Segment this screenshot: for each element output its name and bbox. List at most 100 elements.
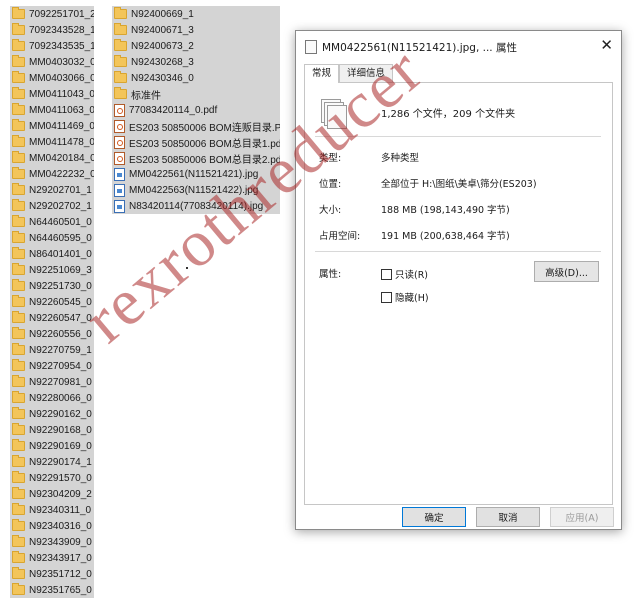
folder-icon	[12, 263, 25, 275]
folder-icon	[12, 7, 25, 19]
file-row[interactable]: 7092251701_2	[10, 6, 94, 22]
file-row[interactable]: MM0422232_0	[10, 166, 94, 182]
readonly-checkbox[interactable]: 只读(R)	[381, 267, 428, 281]
folder-icon	[12, 135, 25, 147]
file-name: N92251069_3	[29, 264, 92, 276]
file-row[interactable]: ES203 50850006 BOM总目录1.pdf	[112, 134, 280, 150]
file-row[interactable]: N92270981_0	[10, 374, 94, 390]
file-row[interactable]: N92251730_0	[10, 278, 94, 294]
file-name: N83420114(77083420114).jpg	[129, 200, 264, 212]
file-row[interactable]: MM0403032_0	[10, 54, 94, 70]
file-row[interactable]: N92351765_0	[10, 582, 94, 598]
size-value: 188 MB (198,143,490 字节)	[381, 205, 510, 216]
folder-icon	[12, 183, 25, 195]
file-row[interactable]: N92430268_3	[112, 54, 280, 70]
folder-icon	[12, 311, 25, 323]
file-row[interactable]: N92290162_0	[10, 406, 94, 422]
general-panel: 1,286 个文件，209 个文件夹 类型: 多种类型 位置: 全部位于 H:\…	[304, 82, 613, 505]
stray-dot	[186, 267, 188, 269]
tab-general[interactable]: 常规	[304, 64, 340, 83]
file-row[interactable]: N92291570_0	[10, 470, 94, 486]
file-name: N92400673_2	[131, 40, 194, 52]
file-row[interactable]: MM0403066_0	[10, 70, 94, 86]
file-name: N92343917_0	[29, 552, 92, 564]
file-row[interactable]: N92343909_0	[10, 534, 94, 550]
dialog-titlebar[interactable]: MM0422561(N11521421).jpg, ... 属性 ✕	[296, 31, 621, 61]
file-name: 77083420114_0.pdf	[129, 104, 218, 116]
folder-icon	[12, 519, 25, 531]
close-icon[interactable]: ✕	[600, 36, 613, 54]
file-row[interactable]: MM0411478_0	[10, 134, 94, 150]
file-row[interactable]: N64460501_0	[10, 214, 94, 230]
file-name: MM0411063_0	[29, 104, 94, 116]
hidden-checkbox[interactable]: 隐藏(H)	[381, 290, 429, 304]
file-row[interactable]: N86401401_0	[10, 246, 94, 262]
file-row[interactable]: N92400669_1	[112, 6, 280, 22]
file-row[interactable]: ES203 50850006 BOM连贩目录.PDF	[112, 118, 280, 134]
file-row[interactable]: N92290174_1	[10, 454, 94, 470]
file-row[interactable]: N92340311_0	[10, 502, 94, 518]
file-row[interactable]: N92400673_2	[112, 38, 280, 54]
folder-icon	[114, 87, 127, 99]
advanced-button[interactable]: 高级(D)...	[534, 261, 599, 282]
file-row[interactable]: N29202702_1	[10, 198, 94, 214]
file-row[interactable]: 标准件	[112, 86, 280, 102]
checkbox-box[interactable]	[381, 291, 392, 303]
file-row[interactable]: N92280066_0	[10, 390, 94, 406]
apply-button[interactable]: 应用(A)	[550, 507, 614, 527]
file-name: N92290169_0	[29, 440, 92, 452]
folder-icon	[12, 551, 25, 563]
folder-icon	[12, 439, 25, 451]
file-name: N92290174_1	[29, 456, 92, 468]
file-row[interactable]: N92260547_0	[10, 310, 94, 326]
file-row[interactable]: N64460595_0	[10, 230, 94, 246]
cancel-button[interactable]: 取消	[476, 507, 540, 527]
file-row[interactable]: MM0411063_0	[10, 102, 94, 118]
file-row[interactable]: 7092343535_1	[10, 38, 94, 54]
file-row[interactable]: N92430346_0	[112, 70, 280, 86]
file-row[interactable]: 7092343528_1	[10, 22, 94, 38]
file-row[interactable]: N92304209_2	[10, 486, 94, 502]
file-row[interactable]: N92260545_0	[10, 294, 94, 310]
file-row[interactable]: N92351712_0	[10, 566, 94, 582]
file-row[interactable]: N92270759_1	[10, 342, 94, 358]
checkbox-box[interactable]	[381, 268, 392, 280]
file-name: N92270954_0	[29, 360, 92, 372]
properties-dialog: MM0422561(N11521421).jpg, ... 属性 ✕ 常规 详细…	[295, 30, 622, 530]
ok-button[interactable]: 确定	[402, 507, 466, 527]
folder-icon	[12, 375, 25, 387]
file-name: N92400671_3	[131, 24, 194, 36]
file-row[interactable]: N92400671_3	[112, 22, 280, 38]
file-row[interactable]: N92260556_0	[10, 326, 94, 342]
folder-icon	[12, 231, 25, 243]
file-row[interactable]: N92343917_0	[10, 550, 94, 566]
file-row[interactable]: 77083420114_0.pdf	[112, 102, 280, 118]
file-row[interactable]: N92290168_0	[10, 422, 94, 438]
tab-details[interactable]: 详细信息	[339, 64, 394, 82]
folder-icon	[12, 119, 25, 131]
folder-icon	[12, 583, 25, 595]
hidden-label: 隐藏(H)	[395, 293, 429, 304]
file-row[interactable]: MM0411469_0	[10, 118, 94, 134]
file-row[interactable]: MM0422563(N11521422).jpg	[112, 182, 280, 198]
file-row[interactable]: MM0420184_0	[10, 150, 94, 166]
file-row[interactable]: ES203 50850006 BOM总目录2.pdf	[112, 150, 280, 166]
file-name: ES203 50850006 BOM连贩目录.PDF	[129, 122, 280, 134]
file-row[interactable]: N83420114(77083420114).jpg	[112, 198, 280, 214]
folder-icon	[12, 215, 25, 227]
file-row[interactable]: MM0422561(N11521421).jpg	[112, 166, 280, 182]
file-row[interactable]: N92340316_0	[10, 518, 94, 534]
location-value: 全部位于 H:\图纸\美卓\筛分(ES203)	[381, 179, 537, 190]
file-row[interactable]: N92270954_0	[10, 358, 94, 374]
file-name: N92260545_0	[29, 296, 92, 308]
folder-icon	[12, 535, 25, 547]
location-label: 位置:	[319, 179, 342, 190]
file-row[interactable]: N29202701_1	[10, 182, 94, 198]
folder-icon	[12, 279, 25, 291]
file-row[interactable]: MM0411043_0	[10, 86, 94, 102]
tab-strip: 常规 详细信息	[304, 64, 394, 83]
file-row[interactable]: N92251069_3	[10, 262, 94, 278]
selection-summary: 1,286 个文件，209 个文件夹	[381, 109, 516, 120]
file-row[interactable]: N92290169_0	[10, 438, 94, 454]
folder-icon	[12, 71, 25, 83]
